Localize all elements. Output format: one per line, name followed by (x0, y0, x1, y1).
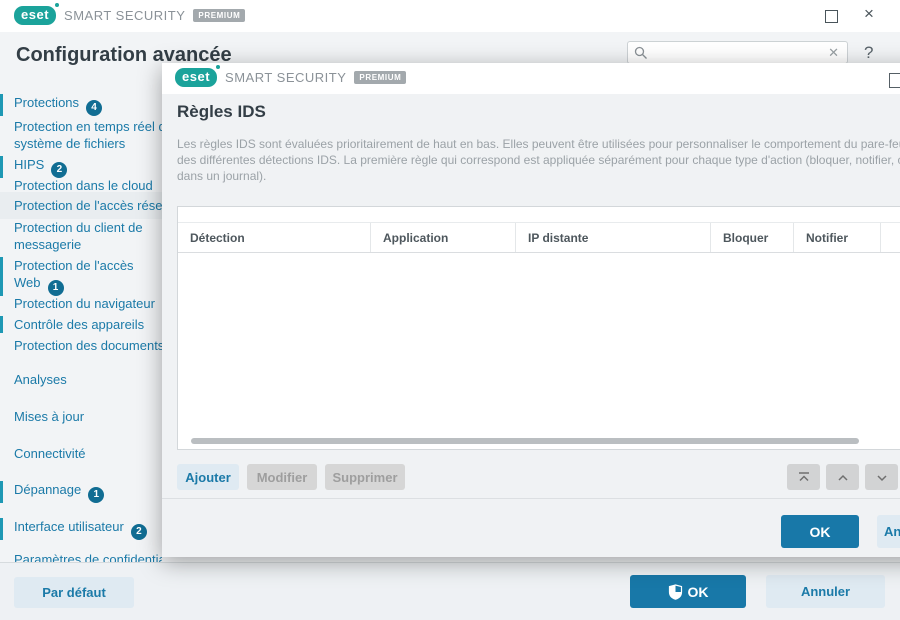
sidebar-item-controle-appareils[interactable]: Contrôle des appareils (0, 316, 162, 333)
sidebar-item-mises-a-jour[interactable]: Mises à jour (0, 408, 162, 425)
ids-rules-table[interactable]: Détection Application IP distante Bloque… (177, 206, 900, 450)
delete-button[interactable]: Supprimer (325, 464, 405, 490)
sidebar-item-hips[interactable]: HIPS 2 (0, 156, 162, 178)
uac-shield-icon (668, 583, 682, 600)
sidebar-item-analyses[interactable]: Analyses (0, 371, 162, 388)
cancel-button[interactable]: Annuler (766, 575, 885, 608)
chevron-up-icon (837, 474, 848, 481)
horizontal-scrollbar[interactable] (191, 438, 859, 444)
edition-badge: PREMIUM (354, 71, 407, 84)
dialog-title: Règles IDS (177, 102, 266, 121)
add-button[interactable]: Ajouter (177, 464, 239, 490)
sidebar-item-protection-temps-reel[interactable]: Protection en temps réel du système de f… (0, 118, 162, 152)
eset-brand: eset SMART SECURITY PREMIUM (14, 3, 246, 25)
dialog-footer: OK Annuler (162, 499, 900, 557)
sidebar-item-protection-acces-reseau[interactable]: Protection de l'accès réseau (0, 192, 162, 219)
column-header-ip-distante[interactable]: IP distante (516, 223, 711, 252)
column-header-application[interactable]: Application (371, 223, 516, 252)
search-box[interactable]: ✕ (627, 41, 848, 64)
main-titlebar: eset SMART SECURITY PREMIUM × (0, 0, 900, 32)
badge: 2 (51, 161, 68, 178)
sidebar-item-interface-utilisateur[interactable]: Interface utilisateur 2 (0, 518, 162, 540)
sidebar-item-connectivite[interactable]: Connectivité (0, 445, 162, 462)
default-button[interactable]: Par défaut (14, 577, 134, 608)
dialog-titlebar: eset SMART SECURITY PREMIUM (162, 63, 900, 94)
badge: 1 (88, 486, 105, 503)
column-header-detection[interactable]: Détection (178, 223, 371, 252)
search-input[interactable] (648, 45, 827, 60)
close-icon[interactable]: × (859, 4, 879, 24)
edit-button[interactable]: Modifier (247, 464, 317, 490)
table-filter-row[interactable] (178, 207, 900, 223)
move-top-icon (798, 472, 809, 482)
table-actions: Ajouter Modifier Supprimer (162, 457, 900, 499)
maximize-icon[interactable] (825, 10, 838, 23)
chevron-down-icon (876, 474, 887, 481)
ids-rules-dialog: eset SMART SECURITY PREMIUM Règles IDS L… (162, 63, 900, 557)
move-down-button[interactable] (865, 464, 898, 490)
move-up-button[interactable] (826, 464, 859, 490)
sidebar-item-protection-acces-web[interactable]: Protection de l'accès Web 1 (0, 257, 162, 296)
edition-badge: PREMIUM (193, 9, 246, 22)
eset-logo: eset (175, 65, 221, 87)
column-header-extra[interactable] (881, 223, 900, 252)
sidebar: Protections 4 Protection en temps réel du… (0, 86, 162, 567)
dialog-cancel-button[interactable]: Annuler (877, 515, 900, 548)
badge: 1 (47, 279, 64, 296)
table-header-row: Détection Application IP distante Bloque… (178, 223, 900, 253)
eset-brand: eset SMART SECURITY PREMIUM (175, 65, 407, 87)
product-name: SMART SECURITY (225, 70, 347, 85)
ok-button[interactable]: OK (630, 575, 746, 608)
eset-logo: eset (14, 3, 60, 25)
move-top-button[interactable] (787, 464, 820, 490)
product-name: SMART SECURITY (64, 8, 186, 23)
clear-search-icon[interactable]: ✕ (826, 45, 841, 61)
badge: 4 (86, 99, 103, 116)
sidebar-item-protection-client-messagerie[interactable]: Protection du client de messagerie (0, 219, 162, 253)
sidebar-item-protection-navigateur[interactable]: Protection du navigateur (0, 295, 162, 312)
help-icon[interactable]: ? (864, 43, 873, 63)
dialog-ok-button[interactable]: OK (781, 515, 859, 548)
sidebar-item-depannage[interactable]: Dépannage 1 (0, 481, 162, 503)
maximize-icon[interactable] (889, 73, 900, 88)
sidebar-item-protection-documents[interactable]: Protection des documents (0, 337, 162, 354)
sidebar-item-protections[interactable]: Protections 4 (0, 94, 162, 116)
badge: 2 (130, 523, 147, 540)
column-header-notifier[interactable]: Notifier (794, 223, 881, 252)
column-header-bloquer[interactable]: Bloquer (711, 223, 794, 252)
app-window: eset SMART SECURITY PREMIUM × Configurat… (0, 0, 900, 620)
search-icon (634, 46, 647, 59)
dialog-description: Les règles IDS sont évaluées prioritaire… (177, 137, 900, 183)
main-footer: Par défaut OK Annuler (0, 562, 900, 620)
